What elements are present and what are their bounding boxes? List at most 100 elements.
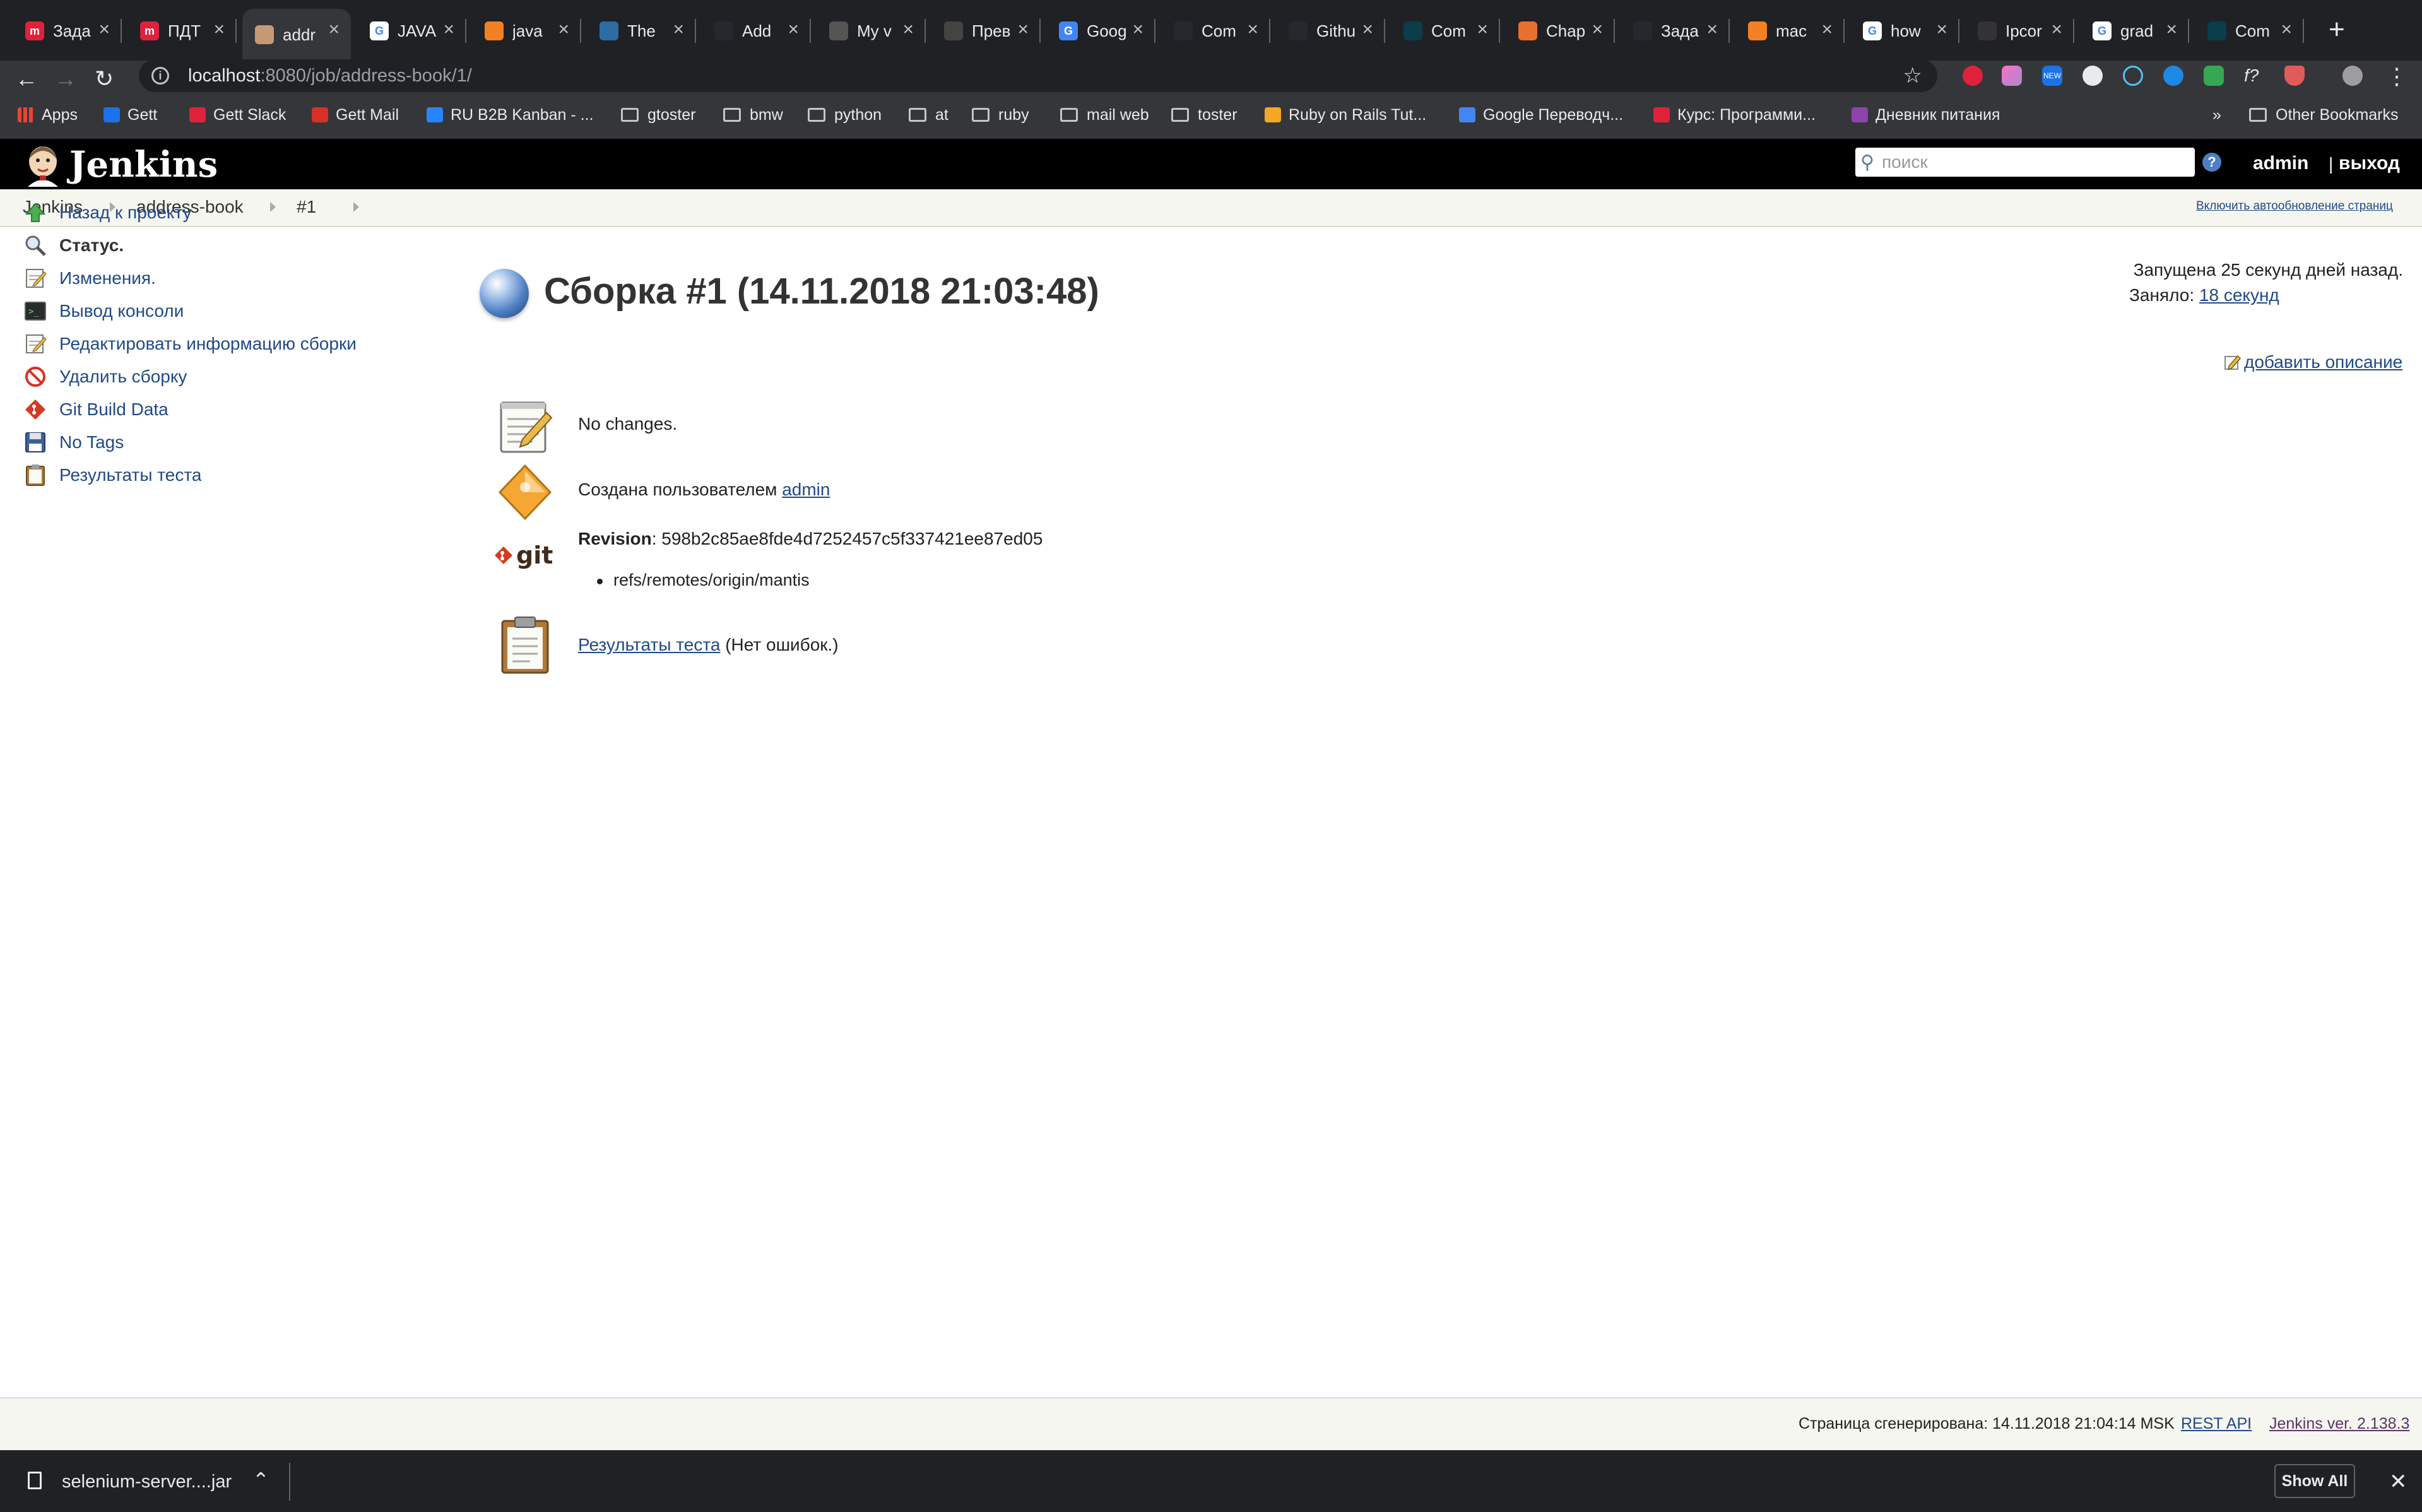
new-extension-icon[interactable]: NEW: [2042, 66, 2062, 86]
jenkins-title[interactable]: Jenkins: [69, 144, 218, 186]
circle-extension-icon[interactable]: [2082, 66, 2103, 86]
bookmark-item[interactable]: Gett Mail: [312, 101, 399, 129]
bookmarks-overflow-chevron[interactable]: »: [2212, 101, 2221, 129]
jenkins-butler-logo-icon[interactable]: [23, 143, 63, 187]
user-link[interactable]: admin: [2253, 153, 2308, 174]
other-bookmarks-folder[interactable]: Other Bookmarks: [2249, 101, 2399, 129]
site-info-icon[interactable]: i: [151, 67, 169, 85]
tab-close-icon[interactable]: ×: [2166, 20, 2177, 39]
shield-extension-icon[interactable]: [2284, 66, 2305, 86]
browser-tab[interactable]: m Зада ×: [13, 9, 122, 53]
jenkins-version-link[interactable]: Jenkins ver. 2.138.3: [2269, 1415, 2409, 1433]
bookmark-item[interactable]: toster: [1171, 101, 1238, 129]
browser-tab[interactable]: Ghow ×: [1850, 9, 1959, 53]
tab-close-icon[interactable]: ×: [1477, 20, 1488, 39]
side-panel-item[interactable]: No Tags: [23, 427, 124, 458]
browser-menu-icon[interactable]: ⋮: [2385, 63, 2408, 90]
browser-tab[interactable]: java ×: [472, 9, 581, 53]
browser-tab[interactable]: G Goog ×: [1046, 9, 1155, 53]
rest-api-link[interactable]: REST API: [2181, 1415, 2252, 1433]
enable-autorefresh-link[interactable]: Включить автообновление страниц: [2196, 199, 2393, 213]
add-description-link[interactable]: добавить описание: [2224, 352, 2402, 372]
tab-close-icon[interactable]: ×: [328, 20, 340, 39]
tab-close-icon[interactable]: ×: [902, 20, 914, 39]
bookmark-item[interactable]: Курс: Программи...: [1653, 101, 1816, 129]
tab-close-icon[interactable]: ×: [1706, 20, 1718, 39]
bookmark-item[interactable]: Gett: [103, 101, 157, 129]
test-results-link[interactable]: Результаты теста: [578, 635, 720, 654]
tab-close-icon[interactable]: ×: [1132, 20, 1143, 39]
side-panel-item[interactable]: Удалить сборку: [23, 361, 187, 393]
tab-close-icon[interactable]: ×: [213, 20, 225, 39]
bookmark-item[interactable]: Дневник питания: [1852, 101, 2000, 129]
browser-tab[interactable]: Com ×: [1391, 9, 1500, 53]
browser-tab[interactable]: The ×: [587, 9, 696, 53]
tab-close-icon[interactable]: ×: [98, 20, 110, 39]
tab-close-icon[interactable]: ×: [443, 20, 454, 39]
browser-tab[interactable]: Com ×: [2195, 9, 2304, 53]
side-panel-item[interactable]: Редактировать информацию сборки: [23, 328, 357, 360]
browser-tab[interactable]: Chap ×: [1506, 9, 1615, 53]
browser-tab[interactable]: mac ×: [1735, 9, 1845, 53]
help-icon[interactable]: ?: [2202, 153, 2221, 172]
tab-close-icon[interactable]: ×: [673, 20, 684, 39]
bookmark-item[interactable]: at: [909, 101, 948, 129]
bookmark-item[interactable]: python: [808, 101, 882, 129]
tab-close-icon[interactable]: ×: [558, 20, 569, 39]
color-extension-icon[interactable]: [2002, 66, 2022, 86]
tab-close-icon[interactable]: ×: [788, 20, 799, 39]
tab-close-icon[interactable]: ×: [1592, 20, 1603, 39]
function-extension-icon[interactable]: f?: [2244, 66, 2264, 86]
tab-close-icon[interactable]: ×: [1017, 20, 1029, 39]
adblock-extension-icon[interactable]: [1963, 66, 1983, 86]
back-button[interactable]: ←: [15, 66, 38, 92]
tab-close-icon[interactable]: ×: [2281, 20, 2292, 39]
tab-close-icon[interactable]: ×: [1362, 20, 1373, 39]
tab-close-icon[interactable]: ×: [1936, 20, 1947, 39]
bookmark-item[interactable]: Gett Slack: [189, 101, 286, 129]
browser-tab[interactable]: Ipcor ×: [1965, 9, 2074, 53]
address-bar[interactable]: i localhost:8080/job/address-book/1/ ☆: [139, 59, 1937, 92]
download-filename[interactable]: selenium-server....jar: [62, 1472, 232, 1492]
new-tab-button[interactable]: +: [2329, 14, 2345, 45]
browser-tab[interactable]: Githu ×: [1276, 9, 1385, 53]
tab-close-icon[interactable]: ×: [1821, 20, 1833, 39]
bookmark-item[interactable]: Ruby on Rails Tut...: [1265, 101, 1426, 129]
browser-tab[interactable]: Add ×: [702, 9, 811, 53]
browser-tab[interactable]: Com ×: [1161, 9, 1270, 53]
bookmark-item[interactable]: bmw: [723, 101, 783, 129]
k-extension-icon[interactable]: [2204, 66, 2224, 86]
browser-tab[interactable]: m ПДТ ×: [127, 9, 237, 53]
side-panel-item[interactable]: Результаты теста: [23, 459, 201, 491]
side-panel-item[interactable]: Назад к проекту: [23, 197, 192, 228]
browser-tab[interactable]: Прев ×: [931, 9, 1041, 53]
side-panel-item[interactable]: Git Build Data: [23, 394, 168, 425]
bookmark-star-icon[interactable]: ☆: [1903, 63, 1922, 88]
bookmark-item[interactable]: RU B2B Kanban - ...: [427, 101, 594, 129]
browser-tab[interactable]: My v ×: [817, 9, 926, 53]
side-panel-item[interactable]: Изменения.: [23, 263, 156, 294]
bookmark-item[interactable]: Google Переводч...: [1459, 101, 1623, 129]
created-by-user-link[interactable]: admin: [782, 480, 830, 499]
bookmark-item[interactable]: Apps: [18, 101, 78, 129]
tab-close-icon[interactable]: ×: [1247, 20, 1258, 39]
bookmark-item[interactable]: ruby: [972, 101, 1029, 129]
profile-avatar[interactable]: [2342, 66, 2363, 86]
browser-tab[interactable]: Зада ×: [1621, 9, 1730, 53]
tab-close-icon[interactable]: ×: [2051, 20, 2062, 39]
side-panel-item[interactable]: Статус.: [23, 230, 124, 261]
browser-tab[interactable]: Ggrad ×: [2080, 9, 2189, 53]
bookmark-item[interactable]: gtoster: [621, 101, 695, 129]
browser-tab[interactable]: G JAVA ×: [357, 9, 466, 53]
forward-button[interactable]: →: [54, 66, 77, 92]
side-panel-item[interactable]: >_ Вывод консоли: [23, 295, 184, 327]
breadcrumb-build[interactable]: #1: [297, 197, 316, 217]
close-shelf-icon[interactable]: ✕: [2389, 1469, 2407, 1494]
reload-button[interactable]: ↻: [95, 66, 114, 92]
logout-link[interactable]: выход: [2339, 153, 2400, 174]
chevron-up-icon[interactable]: ⌃: [252, 1468, 269, 1492]
blue-extension-icon[interactable]: [2163, 66, 2183, 86]
bookmark-item[interactable]: mail web: [1060, 101, 1149, 129]
bubble-extension-icon[interactable]: [2123, 66, 2143, 86]
duration-link[interactable]: 18 секунд: [2199, 285, 2279, 305]
